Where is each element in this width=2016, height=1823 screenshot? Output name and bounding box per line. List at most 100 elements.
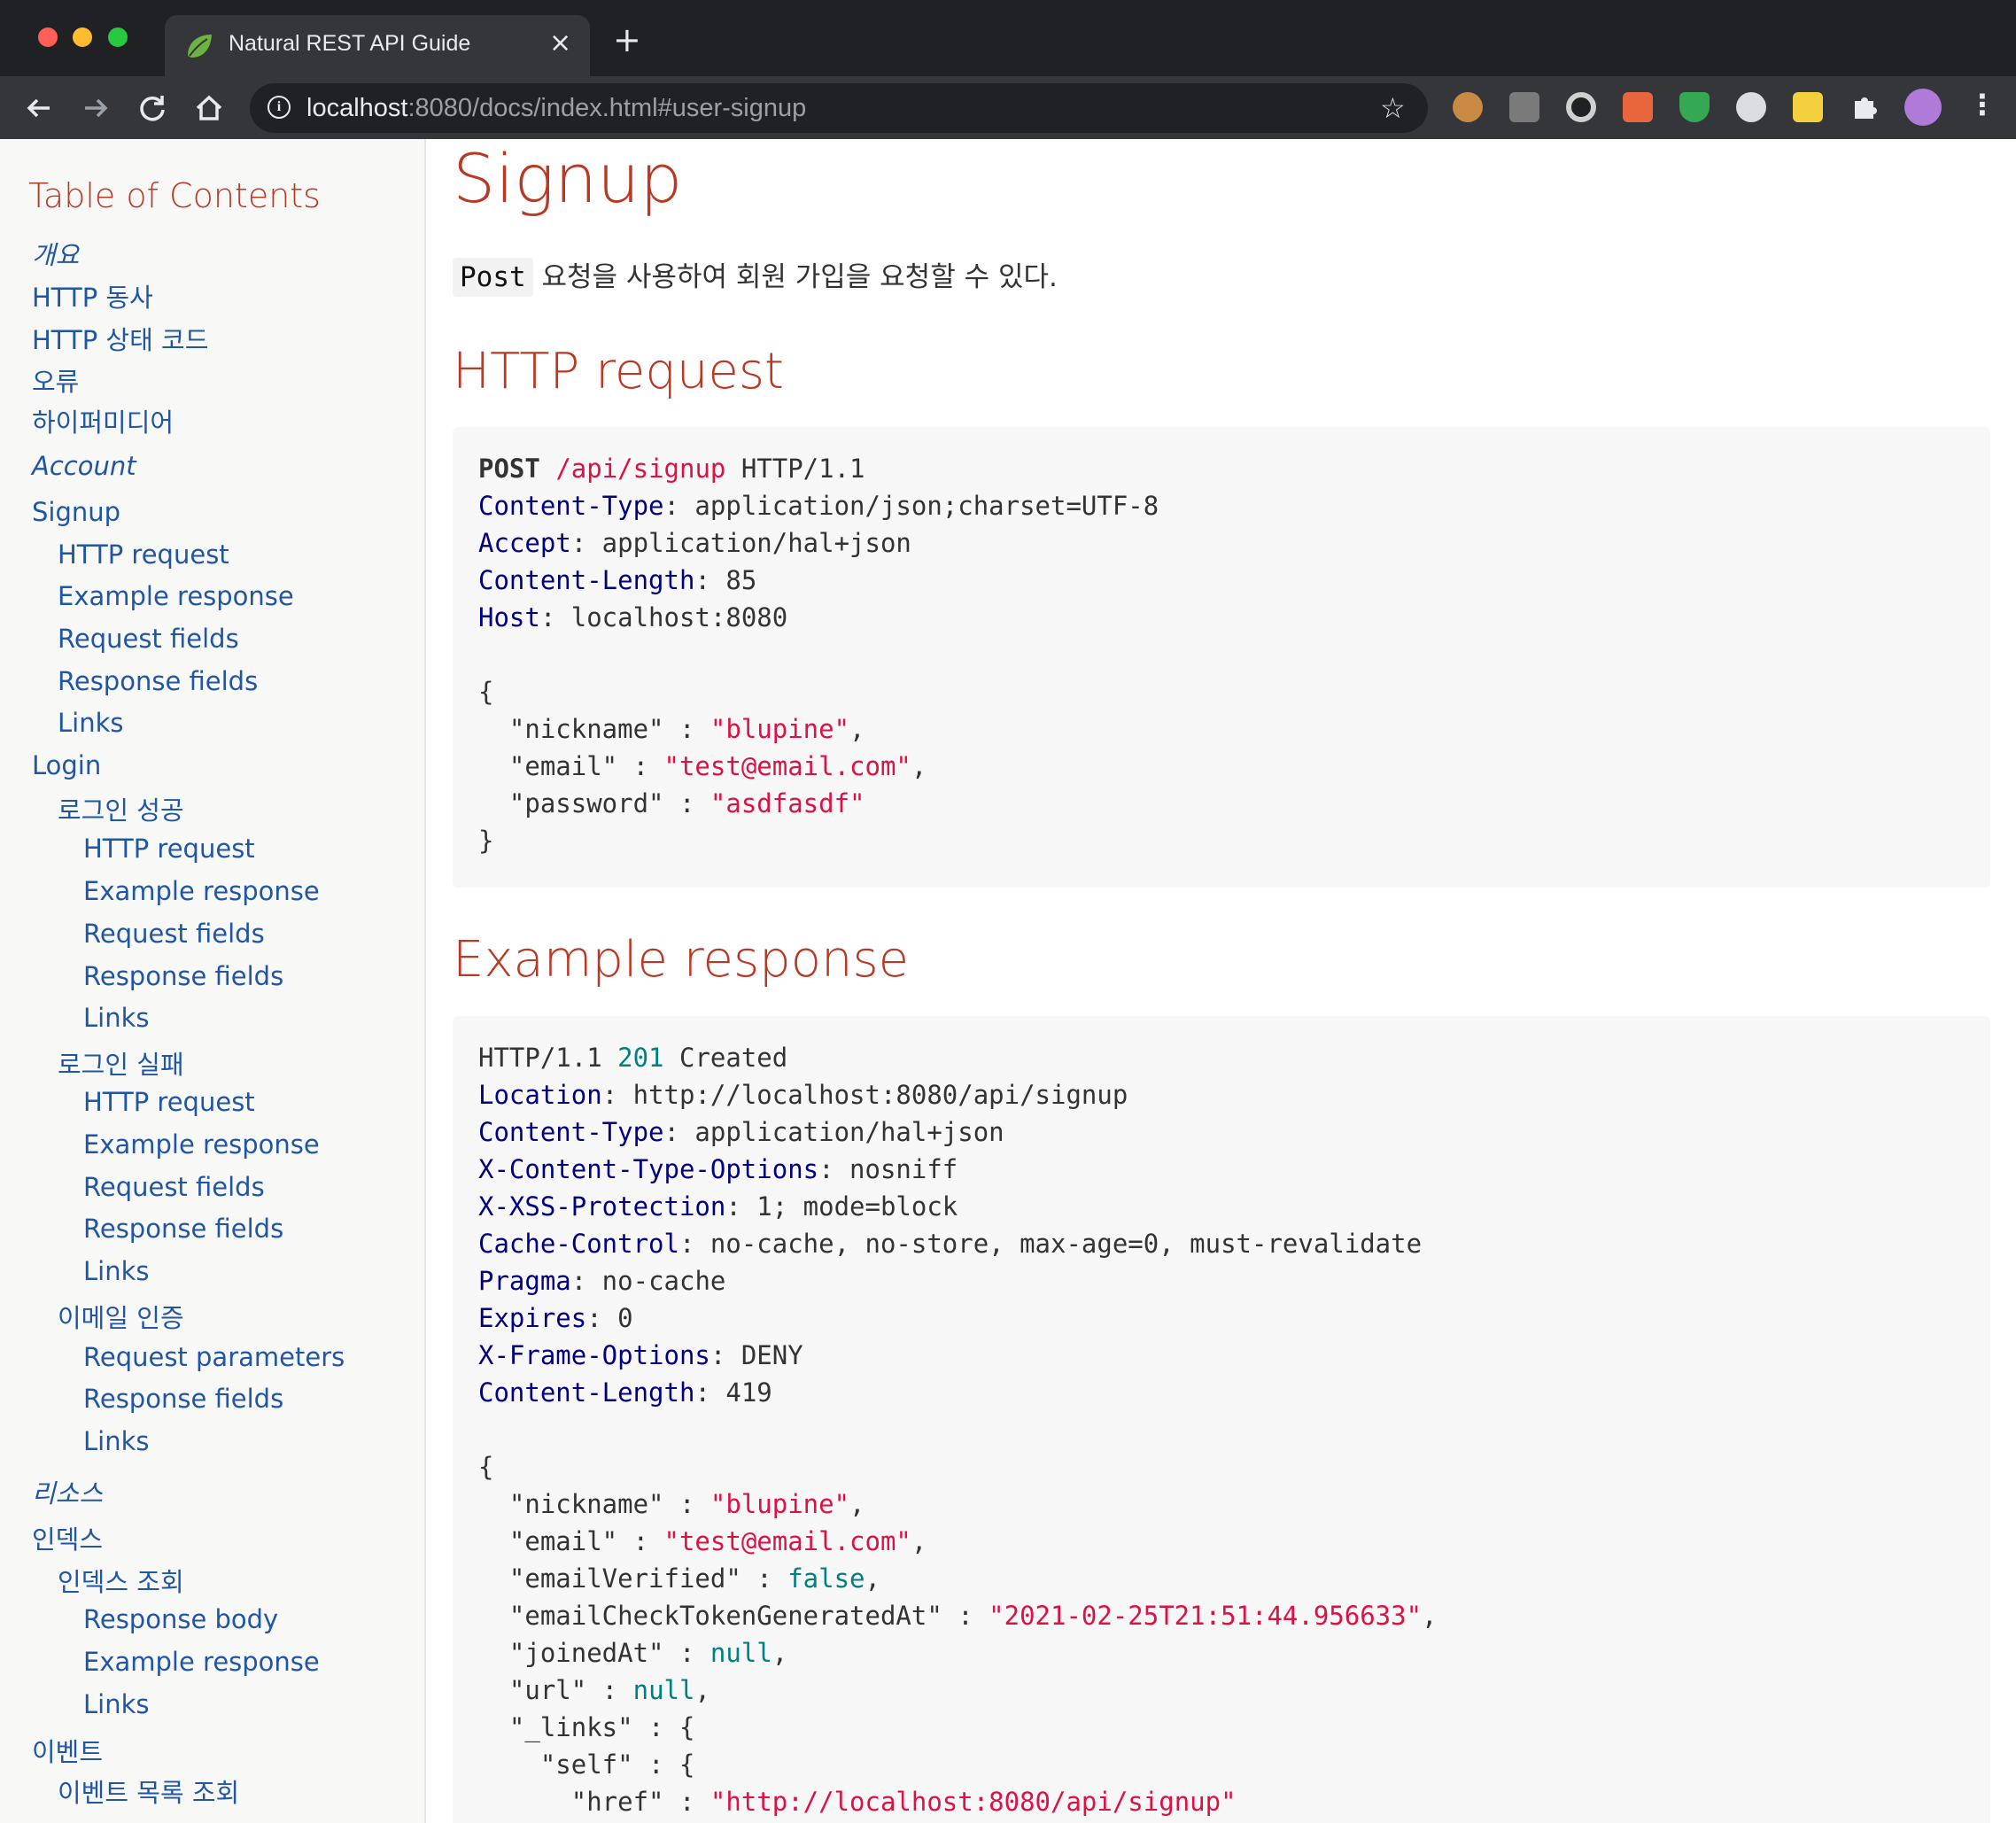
toc-link[interactable]: Example response <box>83 1129 320 1160</box>
code-token: Host <box>478 602 540 632</box>
code-token: "asdfasdf" <box>709 788 865 818</box>
code-token: X-XSS-Protection <box>478 1191 726 1222</box>
code-line: X-XSS-Protection: 1; mode=block <box>478 1188 1438 1225</box>
toc-link[interactable]: 오류 <box>32 361 79 399</box>
back-icon[interactable] <box>21 90 57 126</box>
toc-link[interactable]: HTTP request <box>83 834 255 864</box>
address-bar[interactable]: i localhost:8080/docs/index.html#user-si… <box>250 83 1428 133</box>
code-line: POST /api/signup HTTP/1.1 <box>478 450 1159 487</box>
code-token: "nickname" : <box>478 714 710 744</box>
toc-link[interactable]: Response fields <box>83 1384 283 1414</box>
code-token: "url" : <box>478 1675 633 1705</box>
code-token: { <box>478 1452 494 1482</box>
toc-link[interactable]: 로그인 성공 <box>58 790 184 827</box>
toc-link[interactable]: Response body <box>83 1604 278 1634</box>
maximize-window-button[interactable] <box>108 27 128 47</box>
code-token: : 0 <box>586 1303 633 1333</box>
reload-icon[interactable] <box>135 90 170 126</box>
toc-link[interactable]: 개요 <box>32 235 79 272</box>
code-token: Accept <box>478 528 571 558</box>
code-token: : 85 <box>694 565 757 595</box>
toc-link[interactable]: Request fields <box>83 919 265 949</box>
circle-extension-icon[interactable] <box>1566 92 1596 122</box>
code-token: "emailVerified" : <box>478 1563 788 1594</box>
star-icon[interactable]: ☆ <box>1380 91 1406 125</box>
toc-link[interactable]: HTTP 동사 <box>32 277 153 314</box>
toc-link[interactable]: Response fields <box>58 666 258 696</box>
instapaper-extension-icon[interactable] <box>1509 92 1539 122</box>
toc-link[interactable]: 이메일 인증 <box>58 1298 184 1335</box>
cookie-extension-icon[interactable] <box>1453 92 1483 122</box>
toc-link[interactable]: Links <box>58 708 124 738</box>
code-token: X-Content-Type-Options <box>478 1154 819 1184</box>
toc-link[interactable]: 리소스 <box>32 1473 103 1510</box>
toc-link[interactable]: Response fields <box>83 961 283 991</box>
toc-link[interactable]: Request fields <box>58 624 239 654</box>
info-icon[interactable]: i <box>268 96 291 119</box>
toc-link[interactable]: Links <box>83 1256 150 1286</box>
code-line: X-Frame-Options: DENY <box>478 1337 1438 1374</box>
toc-link[interactable]: HTTP 상태 코드 <box>32 320 208 357</box>
code-line: Content-Type: application/json;charset=U… <box>478 487 1159 524</box>
toc-link[interactable]: 하이퍼미디어 <box>32 402 174 439</box>
code-line: HTTP/1.1 201 Created <box>478 1039 1438 1076</box>
toc-link[interactable]: Request parameters <box>83 1342 345 1372</box>
toc-link[interactable]: 로그인 실패 <box>58 1044 184 1082</box>
k-extension-icon[interactable] <box>1793 92 1823 122</box>
code-token: , <box>865 1563 880 1594</box>
tab-close-icon[interactable]: × <box>549 27 571 58</box>
url-text[interactable]: localhost:8080/docs/index.html#user-sign… <box>306 94 806 123</box>
code-token: "nickname" : <box>478 1489 710 1519</box>
new-tab-button[interactable]: + <box>613 23 641 57</box>
shield-extension-icon[interactable] <box>1679 92 1710 122</box>
code-token: "http://localhost:8080/api/signup" <box>709 1787 1237 1817</box>
toc-link[interactable]: Example response <box>83 876 320 906</box>
minimize-window-button[interactable] <box>73 27 92 47</box>
code-token: Content-Length <box>478 565 695 595</box>
home-icon[interactable] <box>191 90 227 126</box>
toc-link[interactable]: Account <box>32 451 136 481</box>
forward-icon[interactable] <box>78 90 113 126</box>
menu-icon[interactable]: ⋮ <box>1968 90 1997 119</box>
intro-paragraph: Post 요청을 사용하여 회원 가입을 요청할 수 있다. <box>453 254 1058 297</box>
toc-link[interactable]: Links <box>83 1003 150 1033</box>
toc-link[interactable]: 이벤트 목록 조회 <box>58 1773 239 1810</box>
toc-link[interactable]: Links <box>83 1426 150 1456</box>
toc-link[interactable]: Login <box>32 750 101 780</box>
profile-avatar-icon[interactable] <box>1904 89 1942 126</box>
toc-link[interactable]: Example response <box>58 581 294 611</box>
code-line: Content-Length: 85 <box>478 562 1159 599</box>
code-token: , <box>911 751 927 781</box>
browser-tab-active[interactable]: Natural REST API Guide × <box>165 15 590 76</box>
section-heading-http-request: HTTP request <box>453 343 784 400</box>
toc-link[interactable]: HTTP request <box>58 539 229 570</box>
code-token: "emailCheckTokenGeneratedAt" : <box>478 1601 989 1631</box>
refresh-extension-icon[interactable] <box>1736 92 1766 122</box>
code-line: } <box>478 822 1159 859</box>
toc-link[interactable]: Example response <box>83 1647 320 1677</box>
code-token: : application/hal+json <box>663 1117 1004 1147</box>
code-token: : no-cache <box>570 1266 726 1296</box>
toc-link[interactable]: 인덱스 <box>32 1519 103 1556</box>
code-token: "test@email.com" <box>663 1526 911 1556</box>
code-token: "joinedAt" : <box>478 1638 710 1668</box>
ex-extension-icon[interactable] <box>1623 92 1653 122</box>
puzzle-extension-icon[interactable] <box>1849 92 1880 122</box>
code-token: : 419 <box>694 1377 772 1408</box>
toc-link[interactable]: 인덱스 조회 <box>58 1562 184 1599</box>
code-token: "blupine" <box>709 1489 850 1519</box>
code-token: Created <box>663 1043 788 1073</box>
code-token: "href" : <box>478 1787 710 1817</box>
code-token: false <box>787 1563 865 1594</box>
page-title: Signup <box>453 139 683 218</box>
code-line: "password" : "asdfasdf" <box>478 785 1159 822</box>
toc-link[interactable]: 이벤트 <box>32 1732 103 1769</box>
toc-link[interactable]: Links <box>83 1689 150 1719</box>
toc-link[interactable]: Signup <box>32 497 120 527</box>
close-window-button[interactable] <box>38 27 58 47</box>
toc-link[interactable]: HTTP request <box>83 1087 255 1117</box>
toc-link[interactable]: Response fields <box>83 1214 283 1244</box>
toc-link[interactable]: Request fields <box>83 1172 265 1202</box>
